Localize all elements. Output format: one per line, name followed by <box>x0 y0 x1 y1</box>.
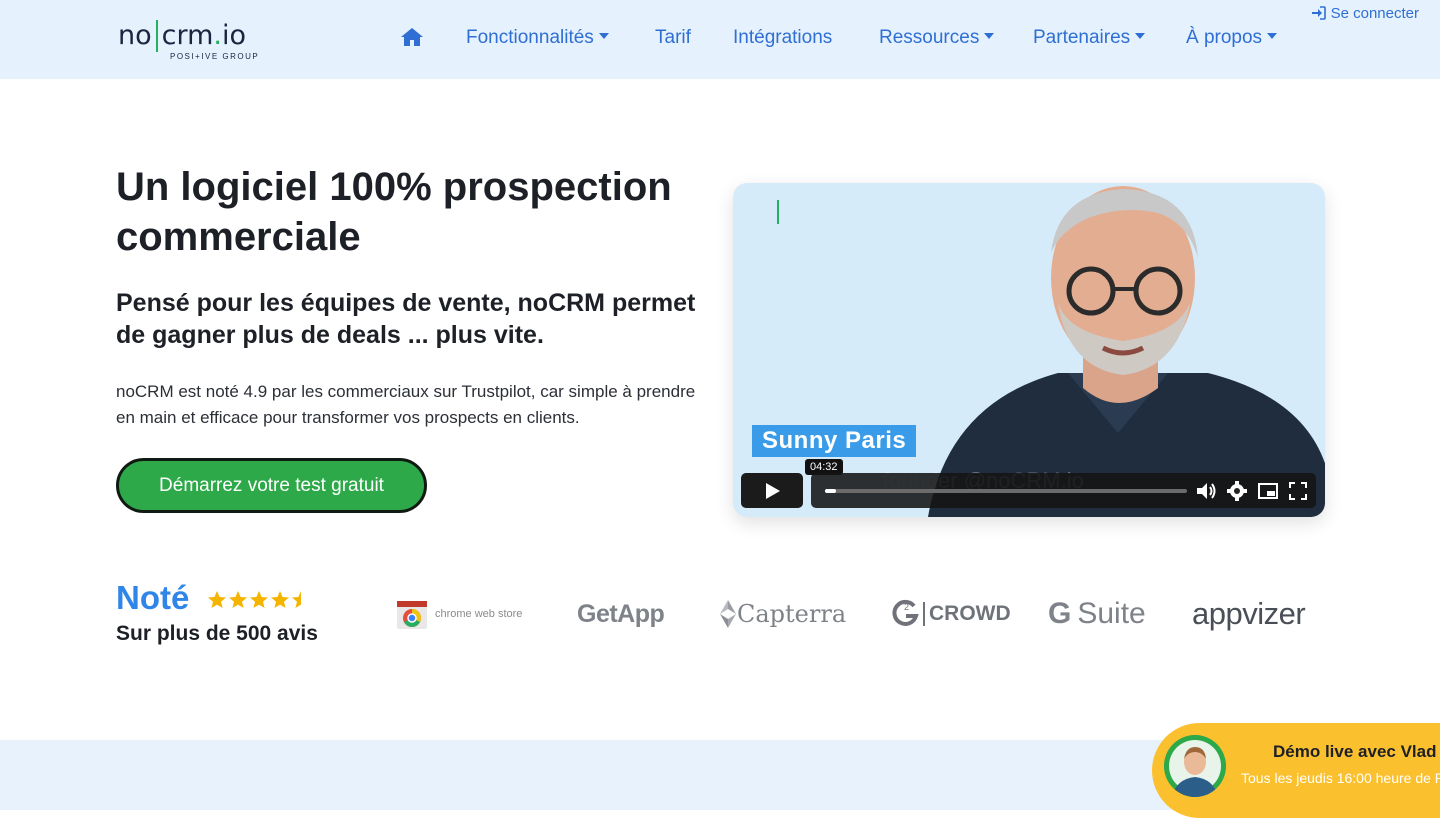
chevron-down-icon <box>984 32 995 39</box>
play-icon <box>766 483 780 499</box>
nav-item-fonctionnalites[interactable]: Fonctionnalités <box>466 24 609 52</box>
capterra-icon <box>720 600 736 628</box>
hero-title: Un logiciel 100% prospection commerciale <box>116 165 672 259</box>
rating-heading: Noté <box>116 579 190 616</box>
picture-in-picture-icon[interactable] <box>1257 480 1279 502</box>
logo-wordmark: no crm.io <box>118 20 247 52</box>
gsuite-g-mark: G <box>1048 597 1072 630</box>
demo-title: Démo live avec Vlad <box>1273 742 1437 761</box>
star-icon <box>229 591 247 608</box>
nav-item-a-propos[interactable]: À propos <box>1186 24 1278 52</box>
fullscreen-icon[interactable] <box>1287 480 1309 502</box>
volume-icon[interactable] <box>1195 480 1217 502</box>
nocrm-logo[interactable]: no crm.io POSI+IVE GROUP <box>118 20 268 64</box>
capterra-logo: Capterra <box>719 592 846 636</box>
hero-subtitle: Pensé pour les équipes de vente, noCRM p… <box>116 289 696 349</box>
star-icon <box>271 591 289 608</box>
capterra-label: Capterra <box>737 600 847 628</box>
star-icon <box>250 591 268 608</box>
chrome-web-store-logo: chrome web store <box>395 592 522 636</box>
star-icon <box>208 591 226 608</box>
chrome-store-label: chrome web store <box>435 608 523 620</box>
site-header: no crm.io POSI+IVE GROUP Fonctionnalités … <box>0 0 1440 79</box>
video-accent-line <box>777 200 779 224</box>
star-half-icon <box>292 591 301 608</box>
login-link[interactable]: Se connecter <box>1311 5 1419 22</box>
g2-icon: 2 <box>892 599 919 626</box>
hero-description: noCRM est noté 4.9 par les commerciaux s… <box>116 382 696 427</box>
g2-mark: 2 <box>904 602 909 612</box>
rating-stars <box>207 590 312 612</box>
g2-crowd-logo: 2 CROWD <box>890 592 1011 636</box>
chevron-down-icon <box>598 32 609 39</box>
live-demo-widget[interactable]: Démo live avec Vlad Tous les jeudis 16:0… <box>1152 723 1440 818</box>
video-player[interactable]: Sunny Paris founder @noCRM.io 04:32 <box>733 183 1325 517</box>
gsuite-logo: G Suite <box>1048 592 1146 636</box>
avatar <box>1164 735 1226 797</box>
chrome-store-icon <box>397 601 427 629</box>
g2-crowd-label: CROWD <box>929 602 1011 625</box>
chevron-down-icon <box>1267 32 1278 39</box>
demo-schedule: Tous les jeudis 16:00 heure de Paris <box>1241 770 1440 786</box>
video-progress-bar[interactable] <box>825 489 1187 493</box>
video-caption-name: Sunny Paris <box>752 425 917 457</box>
sign-in-icon <box>1311 6 1326 20</box>
start-free-trial-button[interactable]: Démarrez votre test gratuit <box>116 458 427 513</box>
reviews-count: Sur plus de 500 avis <box>116 622 318 645</box>
nav-item-partenaires[interactable]: Partenaires <box>1033 24 1146 52</box>
appvizer-logo: appvizer <box>1192 596 1306 631</box>
play-button[interactable] <box>741 473 803 508</box>
gsuite-label: Suite <box>1077 597 1146 630</box>
chevron-down-icon <box>1135 32 1146 39</box>
home-icon[interactable] <box>400 26 424 48</box>
video-progress-fill <box>825 489 836 493</box>
settings-gear-icon[interactable] <box>1226 480 1248 502</box>
logo-tagline: POSI+IVE GROUP <box>170 52 260 61</box>
nav-item-tarif[interactable]: Tarif <box>655 24 691 52</box>
nav-item-integrations[interactable]: Intégrations <box>733 24 832 52</box>
nav-item-ressources[interactable]: Ressources <box>879 24 995 52</box>
g2-divider <box>923 602 925 626</box>
getapp-logo: GetApp <box>577 599 665 628</box>
video-controls <box>811 473 1316 508</box>
speaker-image <box>928 186 1325 517</box>
